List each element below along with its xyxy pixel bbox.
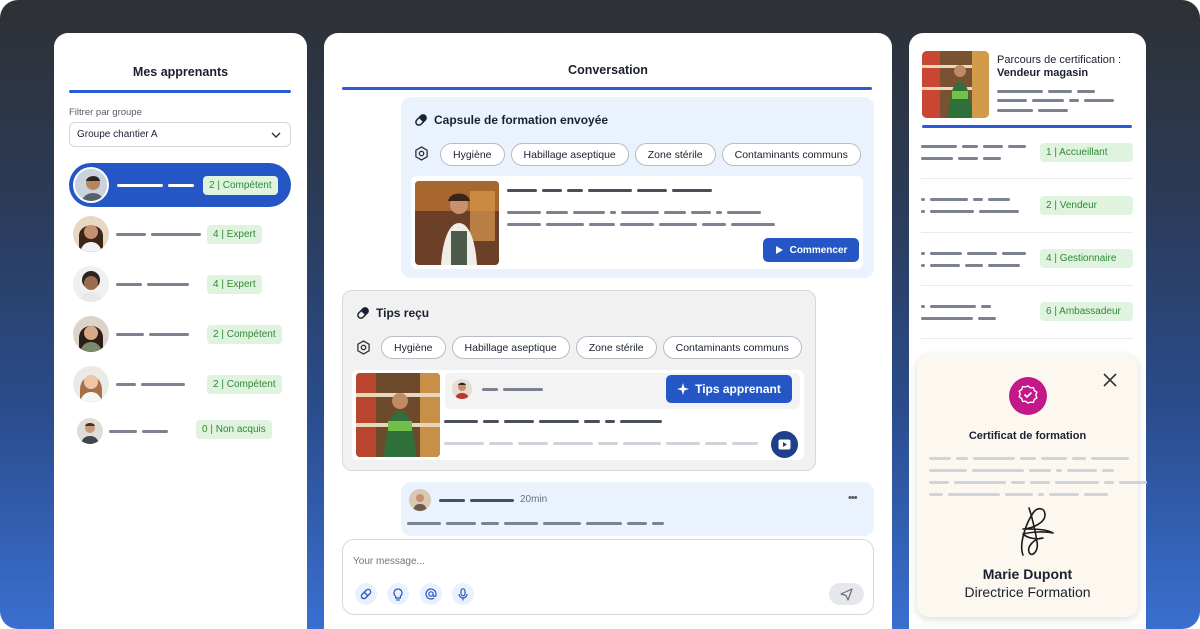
tag-chip[interactable]: Contaminants communs (721, 143, 861, 166)
group-filter-value: Groupe chantier A (77, 129, 158, 140)
settings-icon (357, 340, 370, 355)
close-button[interactable] (1100, 370, 1120, 390)
learner-avatar (73, 167, 109, 203)
send-button[interactable] (829, 583, 864, 605)
path-thumbnail (922, 51, 989, 118)
pill-icon (415, 114, 427, 126)
conversation-title: Conversation (568, 63, 648, 77)
play-icon (775, 246, 783, 254)
learner-avatar (73, 316, 109, 352)
learner-avatar (73, 266, 109, 302)
signature-image (1020, 507, 1054, 556)
message-time: 20min (520, 494, 548, 505)
start-button[interactable]: Commencer (763, 238, 859, 262)
capsule-message: Capsule de formation envoyée Hygiène Hab… (401, 97, 874, 278)
level-badge: 1 | Accueillant (1040, 143, 1133, 162)
learner-badge: 4 | Expert (207, 225, 262, 244)
tips-thumbnail (356, 373, 440, 457)
group-filter-select[interactable]: Groupe chantier A (69, 122, 291, 147)
learners-panel: Mes apprenants Filtrer par groupe Groupe… (54, 33, 307, 629)
conversation-title-underline (342, 87, 872, 90)
tips-card[interactable]: Tips apprenant (352, 370, 804, 460)
learner-badge: 2 | Compétent (207, 375, 282, 394)
learner-avatar (77, 418, 103, 444)
chevron-down-icon (271, 132, 281, 138)
learner-badge: 2 | Compétent (203, 176, 278, 195)
capsule-card[interactable]: Commencer (411, 176, 863, 269)
start-button-label: Commencer (789, 244, 848, 256)
certificate-seal-icon (1009, 377, 1047, 415)
tips-title: Tips reçu (376, 306, 430, 320)
chat-message: 20min ••• (401, 482, 874, 536)
filter-label: Filtrer par groupe (69, 107, 142, 118)
divider (921, 338, 1133, 339)
tag-chip[interactable]: Hygiène (381, 336, 446, 359)
divider (921, 285, 1133, 286)
learner-row[interactable]: 0 | Non acquis (69, 414, 291, 458)
lightbulb-icon (393, 587, 403, 601)
learners-title: Mes apprenants (132, 65, 229, 79)
tips-message: Tips reçu Hygiène Habillage aseptique Zo… (342, 290, 816, 471)
more-options-icon[interactable]: ••• (848, 492, 858, 504)
microphone-icon (458, 587, 468, 600)
learner-badge: 4 | Expert (207, 275, 262, 294)
sparkle-icon (677, 383, 690, 395)
learner-avatar (73, 366, 109, 402)
divider (921, 178, 1133, 179)
tips-learner-button[interactable]: Tips apprenant (666, 375, 792, 403)
tag-chip[interactable]: Habillage aseptique (510, 143, 629, 166)
level-badge: 2 | Vendeur (1040, 196, 1133, 215)
level-badge: 4 | Gestionnaire (1040, 249, 1133, 268)
certificate-card: Certificat de formation Marie Dupont Dir… (917, 355, 1147, 617)
video-button[interactable] (771, 431, 798, 458)
tag-chip[interactable]: Hygiène (440, 143, 505, 166)
signatory-name: Marie Dupont (982, 566, 1073, 582)
certificate-title: Certificat de formation (968, 430, 1087, 442)
learner-row[interactable]: 2 | Compétent (69, 314, 291, 358)
voice-button[interactable] (452, 583, 474, 605)
tips-author-avatar (452, 379, 472, 399)
conversation-panel: Conversation Capsule de formation envoyé… (324, 33, 892, 629)
link-icon (360, 588, 372, 600)
path-role: Vendeur magasin (997, 67, 1089, 79)
settings-icon (415, 146, 428, 161)
attach-button[interactable] (355, 583, 377, 605)
tips-learner-button-label: Tips apprenant (695, 382, 781, 396)
tag-chip[interactable]: Habillage aseptique (451, 336, 570, 359)
tag-chip[interactable]: Contaminants communs (662, 336, 802, 359)
tag-chip[interactable]: Zone stérile (634, 143, 716, 166)
learner-avatar (73, 216, 109, 252)
path-underline (922, 125, 1132, 128)
message-avatar (409, 489, 431, 511)
level-badge: 6 | Ambassadeur (1040, 302, 1133, 321)
video-icon (778, 439, 791, 450)
capsule-thumbnail (415, 181, 499, 265)
message-composer (342, 539, 874, 615)
learner-row[interactable]: 2 | Compétent (69, 163, 291, 207)
learner-badge: 2 | Compétent (207, 325, 282, 344)
pill-icon (357, 307, 369, 319)
learner-row[interactable]: 4 | Expert (69, 264, 291, 308)
at-icon (425, 588, 437, 600)
learners-title-underline (69, 90, 291, 93)
path-label: Parcours de certification : (997, 54, 1122, 66)
idea-button[interactable] (387, 583, 409, 605)
mention-button[interactable] (420, 583, 442, 605)
send-icon (840, 587, 853, 601)
signatory-role: Directrice Formation (964, 584, 1091, 600)
tag-chip[interactable]: Zone stérile (575, 336, 657, 359)
learner-row[interactable]: 2 | Compétent (69, 364, 291, 408)
learner-row[interactable]: 4 | Expert (69, 214, 291, 258)
close-icon (1103, 373, 1117, 387)
divider (921, 232, 1133, 233)
learner-badge: 0 | Non acquis (196, 420, 272, 439)
message-input[interactable] (353, 551, 853, 571)
capsule-title: Capsule de formation envoyée (434, 113, 609, 127)
app-frame: Mes apprenants Filtrer par groupe Groupe… (0, 0, 1200, 629)
